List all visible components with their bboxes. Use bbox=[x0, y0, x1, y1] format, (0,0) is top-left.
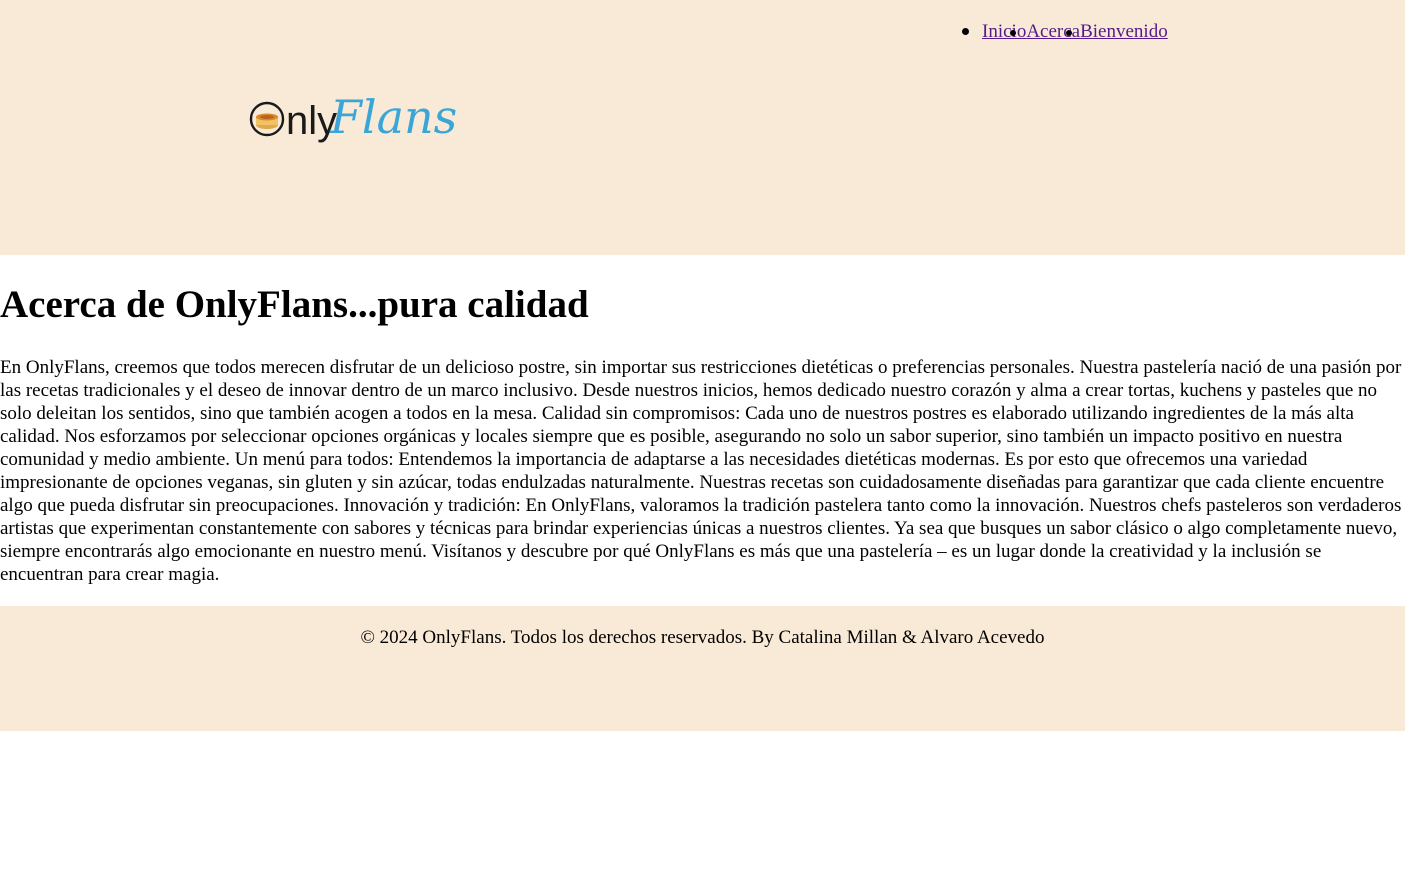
nav-item-inicio: InicioAcercaBienvenido bbox=[962, 21, 1168, 42]
footer-copyright: © 2024 OnlyFlans. Todos los derechos res… bbox=[360, 627, 1045, 648]
site-header bbox=[0, 0, 1405, 255]
onlyflans-logo: nly Flans bbox=[249, 90, 457, 144]
about-paragraph: En OnlyFlans, creemos que todos merecen … bbox=[0, 357, 1402, 585]
flan-icon bbox=[256, 113, 278, 129]
site-logo[interactable]: nly Flans bbox=[248, 84, 468, 144]
main-nav: InicioAcercaBienvenido bbox=[962, 20, 1168, 44]
nav-bullet bbox=[1066, 30, 1072, 36]
logo-text-flans: Flans bbox=[329, 90, 457, 144]
page-title: Acerca de OnlyFlans...pura calidad bbox=[0, 283, 589, 326]
nav-bullet bbox=[1010, 30, 1016, 36]
nav-link-inicio[interactable]: Inicio bbox=[982, 21, 1026, 42]
nav-link-bienvenido[interactable]: Bienvenido bbox=[1080, 21, 1168, 42]
site-footer bbox=[0, 606, 1405, 731]
nav-link-acerca[interactable]: Acerca bbox=[1026, 21, 1080, 42]
